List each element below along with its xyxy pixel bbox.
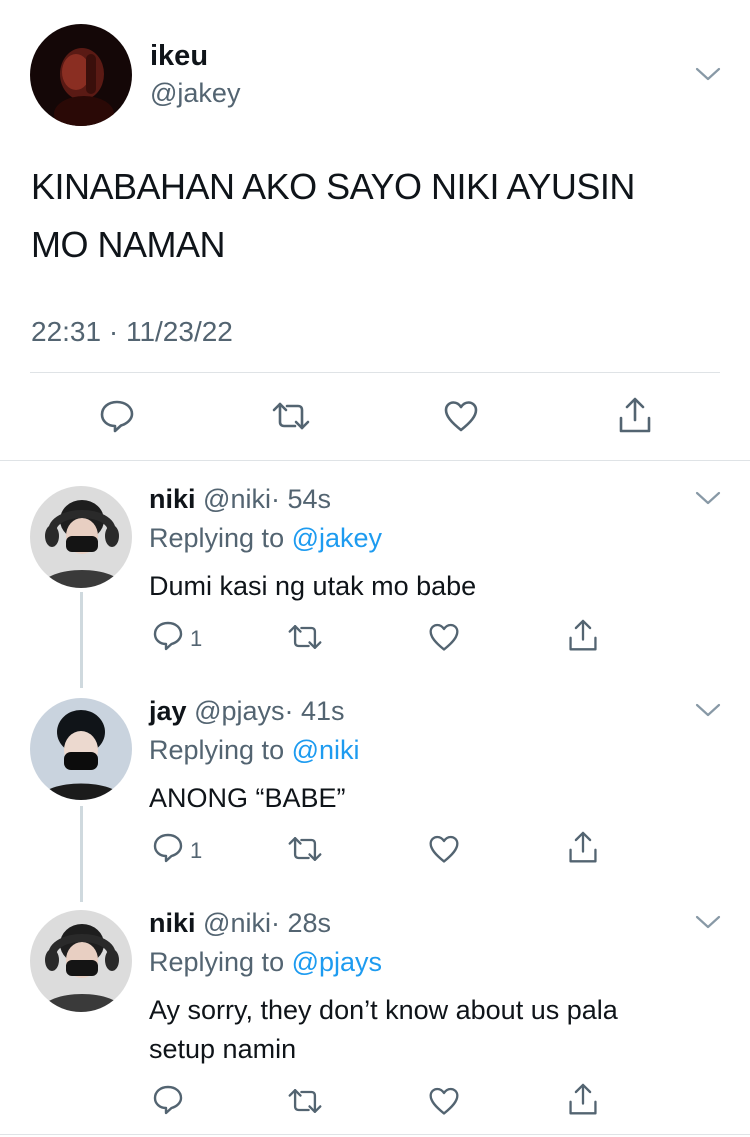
- reply-header: niki @niki· 28s: [149, 908, 331, 939]
- reply-icon[interactable]: [152, 1084, 184, 1116]
- reply-text: ANONG “BABE”: [149, 783, 346, 813]
- divider: [0, 1134, 750, 1135]
- reply-text-line2: setup namin: [149, 1034, 297, 1064]
- like-icon[interactable]: [428, 834, 460, 864]
- replying-to: Replying to @niki: [149, 735, 360, 766]
- replying-to-label: Replying to: [149, 735, 285, 765]
- reply-count: 1: [190, 838, 203, 863]
- retweet-icon[interactable]: [287, 622, 323, 652]
- like-icon[interactable]: [428, 1086, 460, 1116]
- reply-time[interactable]: · 28s: [271, 908, 331, 938]
- replying-to-label: Replying to: [149, 947, 285, 977]
- tweet-text-line2: MO NAMAN: [31, 224, 226, 265]
- replying-to-label: Replying to: [149, 523, 285, 553]
- author-name[interactable]: ikeu: [150, 40, 208, 73]
- reply-time[interactable]: · 54s: [271, 484, 331, 514]
- chevron-down-icon[interactable]: [695, 66, 721, 82]
- author-handle[interactable]: @niki: [203, 484, 271, 514]
- tweet-text: KINABAHAN AKO SAYO NIKI AYUSIN: [31, 166, 635, 207]
- replying-to-link[interactable]: @niki: [292, 735, 360, 765]
- reply-count: 1: [190, 626, 203, 651]
- like-icon[interactable]: [428, 622, 460, 652]
- author-name[interactable]: niki: [149, 908, 196, 938]
- divider: [0, 460, 750, 461]
- avatar[interactable]: [30, 24, 132, 126]
- avatar[interactable]: [30, 486, 132, 588]
- retweet-icon[interactable]: [287, 834, 323, 864]
- author-name[interactable]: niki: [149, 484, 196, 514]
- retweet-icon[interactable]: [271, 400, 311, 432]
- reply-text: Ay sorry, they don’t know about us pala: [149, 995, 618, 1025]
- retweet-icon[interactable]: [287, 1086, 323, 1116]
- author-handle[interactable]: @pjays: [194, 696, 284, 726]
- avatar[interactable]: [30, 910, 132, 1012]
- reply-header: jay @pjays· 41s: [149, 696, 345, 727]
- reply-icon[interactable]: [152, 620, 184, 652]
- share-icon[interactable]: [617, 396, 653, 436]
- chevron-down-icon[interactable]: [695, 490, 721, 506]
- chevron-down-icon[interactable]: [695, 914, 721, 930]
- reply-time[interactable]: · 41s: [285, 696, 345, 726]
- reply-icon[interactable]: [99, 398, 135, 434]
- divider: [30, 372, 720, 373]
- thread-line: [80, 592, 83, 688]
- share-icon[interactable]: [567, 1082, 599, 1118]
- replying-to: Replying to @jakey: [149, 523, 382, 554]
- author-handle[interactable]: @niki: [203, 908, 271, 938]
- like-icon[interactable]: [443, 400, 479, 432]
- reply-header: niki @niki· 54s: [149, 484, 331, 515]
- share-icon[interactable]: [567, 618, 599, 654]
- author-name[interactable]: jay: [149, 696, 187, 726]
- replying-to-link[interactable]: @pjays: [292, 947, 382, 977]
- share-icon[interactable]: [567, 830, 599, 866]
- replying-to: Replying to @pjays: [149, 947, 382, 978]
- author-handle[interactable]: @jakey: [150, 78, 240, 109]
- tweet-timestamp[interactable]: 22:31 · 11/23/22: [31, 316, 233, 348]
- chevron-down-icon[interactable]: [695, 702, 721, 718]
- replying-to-link[interactable]: @jakey: [292, 523, 382, 553]
- reply-text: Dumi kasi ng utak mo babe: [149, 571, 477, 601]
- thread-line: [80, 806, 83, 902]
- avatar[interactable]: [30, 698, 132, 800]
- reply-icon[interactable]: [152, 832, 184, 864]
